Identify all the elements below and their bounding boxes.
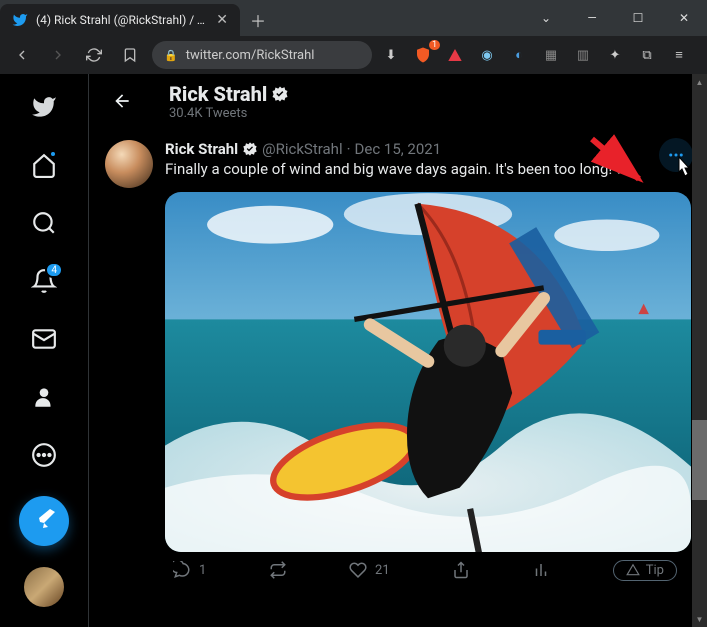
author-handle[interactable]: @RickStrahl: [262, 140, 343, 158]
extension-icons: ⬇ 1 ◉ ◐ ▦ ▥ ✦ ⧉ ≡: [380, 44, 690, 66]
author-name[interactable]: Rick Strahl: [165, 140, 238, 158]
tweet: Rick Strahl @RickStrahl · Dec 15, 2021 F…: [89, 128, 707, 593]
profile-header: Rick Strahl 30.4K Tweets: [89, 74, 707, 128]
main-column: Rick Strahl 30.4K Tweets Rick Strahl: [88, 74, 707, 627]
url-text: twitter.com/RickStrahl: [186, 48, 315, 63]
titlebar: (4) Rick Strahl (@RickStrahl) / Twi ✕ ＋ …: [0, 0, 707, 36]
tweet-text: Finally a couple of wind and big wave da…: [165, 160, 691, 180]
share-button[interactable]: [452, 560, 470, 581]
tab-title: (4) Rick Strahl (@RickStrahl) / Twi: [36, 13, 208, 27]
scroll-up-arrow[interactable]: ▲: [692, 74, 707, 90]
ext-icon-3[interactable]: ▦: [540, 44, 562, 66]
close-tab-icon[interactable]: ✕: [216, 12, 228, 28]
profile-name: Rick Strahl: [169, 82, 289, 106]
tweet-actions: 1 21: [165, 552, 685, 581]
tweet-header: Rick Strahl @RickStrahl · Dec 15, 2021: [165, 140, 691, 158]
like-button[interactable]: 21: [349, 560, 390, 581]
window-dropdown[interactable]: ⌄: [523, 0, 569, 36]
skull-emoji: ☠: [616, 160, 629, 178]
retweet-button[interactable]: [269, 560, 287, 581]
bookmark-button[interactable]: [116, 41, 144, 69]
extensions-icon[interactable]: ✦: [604, 44, 626, 66]
reply-button[interactable]: 1: [173, 560, 206, 581]
window-maximize[interactable]: ☐: [615, 0, 661, 36]
window-minimize[interactable]: —: [569, 0, 615, 36]
account-avatar[interactable]: [24, 567, 64, 607]
new-tab-button[interactable]: ＋: [240, 4, 276, 36]
back-button[interactable]: [8, 41, 36, 69]
profile-tweet-count: 30.4K Tweets: [169, 106, 289, 121]
notifications-icon[interactable]: 4: [19, 256, 69, 306]
verified-icon: [242, 141, 258, 157]
verified-icon: [271, 85, 289, 103]
notifications-badge: 4: [45, 262, 63, 278]
scroll-thumb[interactable]: [692, 420, 707, 500]
scroll-down-arrow[interactable]: ▼: [692, 611, 707, 627]
ext-icon-1[interactable]: ◉: [476, 44, 498, 66]
tweet-avatar[interactable]: [105, 140, 153, 188]
search-icon[interactable]: [19, 198, 69, 248]
back-arrow-icon[interactable]: [105, 84, 139, 118]
url-bar[interactable]: 🔒 twitter.com/RickStrahl: [152, 41, 372, 69]
analytics-button[interactable]: [532, 560, 550, 581]
tweet-date[interactable]: Dec 15, 2021: [355, 140, 442, 158]
ext-icon-2[interactable]: ◐: [508, 44, 530, 66]
menu-icon[interactable]: ≡: [668, 44, 690, 66]
more-icon[interactable]: [19, 430, 69, 480]
cursor-pointer-icon: [669, 154, 695, 189]
twitter-favicon: [12, 12, 28, 28]
tip-button[interactable]: Tip: [613, 560, 677, 581]
forward-button[interactable]: [44, 41, 72, 69]
ext-icon-4[interactable]: ▥: [572, 44, 594, 66]
brave-triangle-icon[interactable]: [444, 44, 466, 66]
home-badge: [49, 150, 57, 158]
brave-shield-icon[interactable]: 1: [412, 44, 434, 66]
lock-icon: 🔒: [164, 49, 178, 62]
download-icon[interactable]: ⬇: [380, 44, 402, 66]
twitter-logo-icon[interactable]: [19, 82, 69, 132]
messages-icon[interactable]: [19, 314, 69, 364]
browser-tab[interactable]: (4) Rick Strahl (@RickStrahl) / Twi ✕: [0, 4, 240, 36]
pip-icon[interactable]: ⧉: [636, 44, 658, 66]
urlbar-row: 🔒 twitter.com/RickStrahl ⬇ 1 ◉ ◐ ▦ ▥ ✦ ⧉…: [0, 36, 707, 74]
window-close[interactable]: ✕: [661, 0, 707, 36]
home-icon[interactable]: [19, 140, 69, 190]
profile-icon[interactable]: [19, 372, 69, 422]
left-nav: 4: [0, 74, 88, 627]
reload-button[interactable]: [80, 41, 108, 69]
compose-button[interactable]: [19, 496, 69, 546]
browser-chrome: (4) Rick Strahl (@RickStrahl) / Twi ✕ ＋ …: [0, 0, 707, 74]
twitter-app: 4 Rick Strahl: [0, 74, 707, 627]
tweet-media[interactable]: [165, 192, 691, 552]
